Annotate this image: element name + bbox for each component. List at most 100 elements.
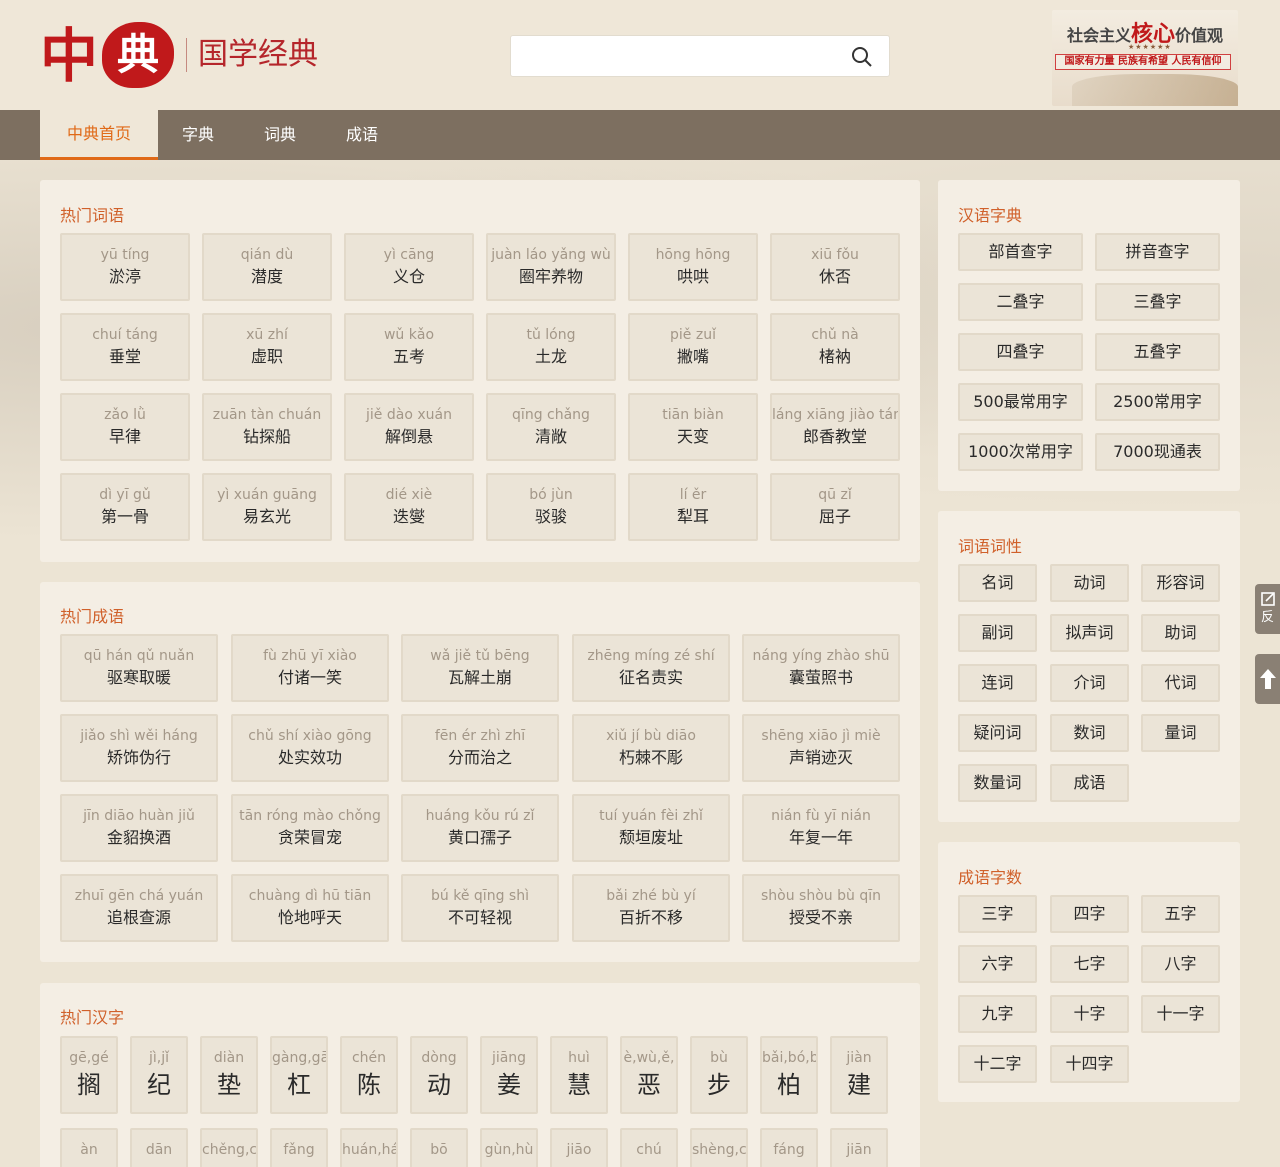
pos-link[interactable]: 疑问词 — [958, 714, 1037, 752]
hot-char-item[interactable]: jiān — [830, 1128, 888, 1167]
hot-idiom-item[interactable]: chǔ shí xiào gōng 处实效功 — [231, 714, 389, 782]
hot-word-item[interactable]: dì yī gǔ 第一骨 — [60, 473, 190, 541]
hot-char-item[interactable]: dòng 动 — [410, 1036, 468, 1114]
hot-idiom-item[interactable]: xiǔ jí bù diāo 朽棘不彫 — [572, 714, 730, 782]
hot-word-item[interactable]: láng xiāng jiào tán 郎香教堂 — [770, 393, 900, 461]
idiom-length-link[interactable]: 十一字 — [1141, 995, 1220, 1033]
site-name[interactable]: 国学经典 — [198, 34, 318, 76]
idiom-length-link[interactable]: 九字 — [958, 995, 1037, 1033]
hot-word-item[interactable]: xiū fǒu 休否 — [770, 233, 900, 301]
hot-char-item[interactable]: jiāng 姜 — [480, 1036, 538, 1114]
dict-link[interactable]: 三叠字 — [1095, 283, 1220, 321]
pos-link[interactable]: 数量词 — [958, 764, 1037, 802]
idiom-length-link[interactable]: 十四字 — [1050, 1045, 1129, 1083]
hot-char-item[interactable]: huán,há — [340, 1128, 398, 1167]
idiom-length-link[interactable]: 五字 — [1141, 895, 1220, 933]
hot-word-item[interactable]: tǔ lóng 土龙 — [486, 313, 616, 381]
nav-chengyu[interactable]: 成语 — [324, 110, 400, 160]
idiom-length-link[interactable]: 六字 — [958, 945, 1037, 983]
hot-word-item[interactable]: juàn láo yǎng wù 圈牢养物 — [486, 233, 616, 301]
hot-char-item[interactable]: bō — [410, 1128, 468, 1167]
hot-idiom-item[interactable]: wǎ jiě tǔ bēng 瓦解土崩 — [401, 634, 559, 702]
hot-word-item[interactable]: yì xuán guāng 易玄光 — [202, 473, 332, 541]
hot-char-item[interactable]: dān — [130, 1128, 188, 1167]
pos-link[interactable]: 拟声词 — [1050, 614, 1129, 652]
dict-link[interactable]: 部首查字 — [958, 233, 1083, 271]
hot-idiom-item[interactable]: nián fù yī nián 年复一年 — [742, 794, 900, 862]
hot-word-item[interactable]: zǎo lǜ 早律 — [60, 393, 190, 461]
nav-cidian[interactable]: 词典 — [242, 110, 318, 160]
hot-word-item[interactable]: tiān biàn 天变 — [628, 393, 758, 461]
hot-word-item[interactable]: qū zǐ 屈子 — [770, 473, 900, 541]
hot-word-item[interactable]: jiě dào xuán 解倒悬 — [344, 393, 474, 461]
pos-link[interactable]: 助词 — [1141, 614, 1220, 652]
hot-word-item[interactable]: lí ěr 犁耳 — [628, 473, 758, 541]
pos-link[interactable]: 代词 — [1141, 664, 1220, 702]
hot-word-item[interactable]: dié xiè 迭燮 — [344, 473, 474, 541]
hot-idiom-item[interactable]: náng yíng zhào shū 囊萤照书 — [742, 634, 900, 702]
hot-char-item[interactable]: gàng,gā 杠 — [270, 1036, 328, 1114]
nav-home[interactable]: 中典首页 — [40, 110, 158, 160]
hot-idiom-item[interactable]: jīn diāo huàn jiǔ 金貂换酒 — [60, 794, 218, 862]
hot-idiom-item[interactable]: tān róng mào chǒng 贪荣冒宠 — [231, 794, 389, 862]
hot-idiom-item[interactable]: fēn ér zhì zhī 分而治之 — [401, 714, 559, 782]
pos-link[interactable]: 形容词 — [1141, 564, 1220, 602]
dict-link[interactable]: 拼音查字 — [1095, 233, 1220, 271]
hot-char-item[interactable]: huì 慧 — [550, 1036, 608, 1114]
hot-char-item[interactable]: àn — [60, 1128, 118, 1167]
idiom-length-link[interactable]: 八字 — [1141, 945, 1220, 983]
hot-char-item[interactable]: chěng,c — [200, 1128, 258, 1167]
hot-idiom-item[interactable]: tuí yuán fèi zhǐ 颓垣废址 — [572, 794, 730, 862]
idiom-length-link[interactable]: 三字 — [958, 895, 1037, 933]
dict-link[interactable]: 500最常用字 — [958, 383, 1083, 421]
hot-char-item[interactable]: bǎi,bó,b 柏 — [760, 1036, 818, 1114]
hot-word-item[interactable]: wǔ kǎo 五考 — [344, 313, 474, 381]
dict-link[interactable]: 7000现通表 — [1095, 433, 1220, 471]
hot-idiom-item[interactable]: huáng kǒu rú zǐ 黄口孺子 — [401, 794, 559, 862]
hot-char-item[interactable]: jiāo — [550, 1128, 608, 1167]
hot-idiom-item[interactable]: chuàng dì hū tiān 怆地呼天 — [231, 874, 389, 942]
search-icon[interactable] — [851, 46, 873, 68]
hot-idiom-item[interactable]: jiǎo shì wěi háng 矫饰伪行 — [60, 714, 218, 782]
hot-idiom-item[interactable]: zhuī gēn chá yuán 追根查源 — [60, 874, 218, 942]
idiom-length-link[interactable]: 七字 — [1050, 945, 1129, 983]
hot-word-item[interactable]: yì cāng 义仓 — [344, 233, 474, 301]
hot-word-item[interactable]: piě zuǐ 撇嘴 — [628, 313, 758, 381]
core-values-banner[interactable]: 社会主义核心价值观 ★★★★★★ 国家有力量 民族有希望 人民有信仰 — [1052, 10, 1238, 106]
hot-char-item[interactable]: bù 步 — [690, 1036, 748, 1114]
back-to-top-button[interactable] — [1255, 654, 1280, 704]
hot-word-item[interactable]: hōng hōng 哄哄 — [628, 233, 758, 301]
hot-char-item[interactable]: jì,jǐ 纪 — [130, 1036, 188, 1114]
pos-link[interactable]: 名词 — [958, 564, 1037, 602]
dict-link[interactable]: 五叠字 — [1095, 333, 1220, 371]
pos-link[interactable]: 数词 — [1050, 714, 1129, 752]
hot-idiom-item[interactable]: bú kě qīng shì 不可轻视 — [401, 874, 559, 942]
search-input[interactable] — [521, 44, 841, 68]
hot-idiom-item[interactable]: fù zhū yī xiào 付诸一笑 — [231, 634, 389, 702]
hot-idiom-item[interactable]: shēng xiāo jì miè 声销迹灭 — [742, 714, 900, 782]
idiom-length-link[interactable]: 十二字 — [958, 1045, 1037, 1083]
hot-word-item[interactable]: zuān tàn chuán 钻探船 — [202, 393, 332, 461]
hot-char-item[interactable]: shèng,c — [690, 1128, 748, 1167]
pos-link[interactable]: 动词 — [1050, 564, 1129, 602]
dict-link[interactable]: 二叠字 — [958, 283, 1083, 321]
hot-char-item[interactable]: diàn 垫 — [200, 1036, 258, 1114]
dict-link[interactable]: 1000次常用字 — [958, 433, 1083, 471]
hot-word-item[interactable]: bó jùn 驳骏 — [486, 473, 616, 541]
hot-word-item[interactable]: qián dù 潜度 — [202, 233, 332, 301]
hot-char-item[interactable]: chú — [620, 1128, 678, 1167]
hot-idiom-item[interactable]: qū hán qǔ nuǎn 驱寒取暖 — [60, 634, 218, 702]
hot-word-item[interactable]: chǔ nà 楮衲 — [770, 313, 900, 381]
feedback-button[interactable]: 反 — [1255, 584, 1280, 634]
hot-word-item[interactable]: chuí táng 垂堂 — [60, 313, 190, 381]
hot-idiom-item[interactable]: bǎi zhé bù yí 百折不移 — [572, 874, 730, 942]
pos-link[interactable]: 量词 — [1141, 714, 1220, 752]
hot-idiom-item[interactable]: zhēng míng zé shí 征名责实 — [572, 634, 730, 702]
hot-char-item[interactable]: chén 陈 — [340, 1036, 398, 1114]
hot-char-item[interactable]: jiàn 建 — [830, 1036, 888, 1114]
pos-link[interactable]: 连词 — [958, 664, 1037, 702]
hot-char-item[interactable]: gē,gé 搁 — [60, 1036, 118, 1114]
hot-char-item[interactable]: è,wù,ě, 恶 — [620, 1036, 678, 1114]
dict-link[interactable]: 2500常用字 — [1095, 383, 1220, 421]
site-logo[interactable]: 中 典 — [40, 20, 180, 92]
